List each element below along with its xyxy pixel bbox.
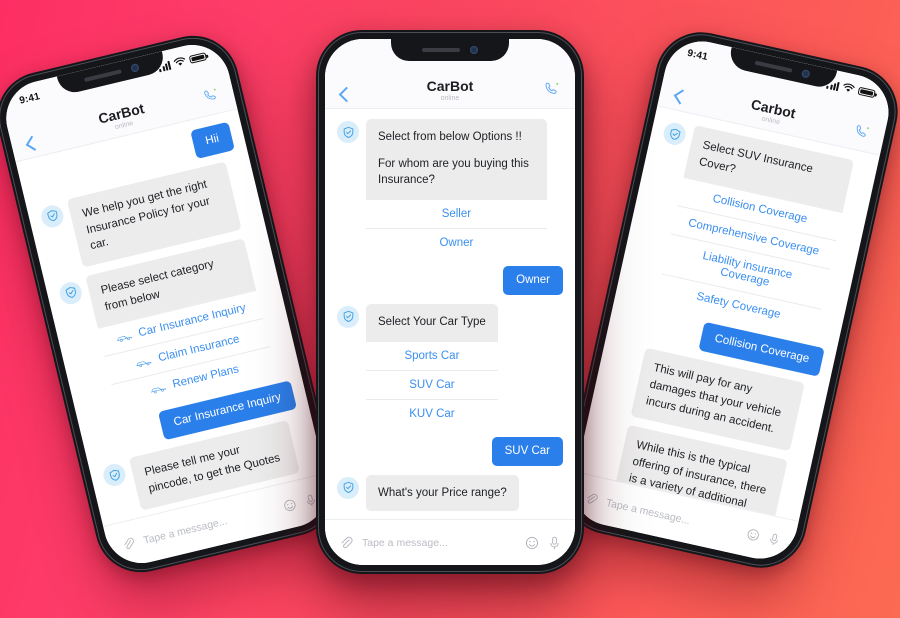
status-bar-time: 9:41 <box>686 47 710 63</box>
option-card: Select SUV Insurance Cover? Collision Co… <box>655 125 855 338</box>
bot-avatar <box>101 461 128 489</box>
message-bubble-incoming: What's your Price range? <box>366 474 519 512</box>
back-button[interactable] <box>25 135 41 151</box>
phone-mockup-center: CarBot online Select from below Options … <box>316 30 584 574</box>
option-kuv-car[interactable]: KUV Car <box>366 398 498 428</box>
option-label: KUV Car <box>409 407 455 420</box>
option-suv-car[interactable]: SUV Car <box>366 369 498 399</box>
shield-check-icon <box>65 287 76 299</box>
call-icon[interactable] <box>544 81 560 102</box>
option-card: Select Your Car Type Sports Car SUV Car … <box>366 303 498 428</box>
call-icon[interactable] <box>852 123 871 146</box>
message-input-bar[interactable]: Tape a message... <box>325 519 575 565</box>
option-card-prompt: Select from below Options !! For whom ar… <box>366 119 547 200</box>
front-camera-icon <box>800 69 811 79</box>
back-button[interactable] <box>673 89 689 105</box>
car-icon <box>150 387 166 394</box>
option-card-prompt-line: For whom are you buying this Insurance? <box>378 157 529 187</box>
emoji-icon[interactable] <box>282 498 298 514</box>
earpiece-speaker <box>83 69 122 83</box>
option-card-prompt-line: Select Your Car Type <box>378 315 486 328</box>
front-camera-icon <box>130 63 140 73</box>
message-bubble-outgoing: SUV Car <box>491 436 563 466</box>
chat-row-option-card: Select SUV Insurance Cover? Collision Co… <box>627 119 865 340</box>
option-owner[interactable]: Owner <box>366 228 547 258</box>
option-card-prompt-line: Select from below Options !! <box>378 131 522 143</box>
message-bubble-outgoing: Hii <box>189 121 235 160</box>
bot-avatar <box>337 121 359 143</box>
bot-avatar <box>39 203 66 230</box>
option-label: Seller <box>441 208 472 221</box>
battery-icon <box>857 86 876 99</box>
option-seller[interactable]: Seller <box>366 199 547 229</box>
car-icon <box>116 336 132 343</box>
attachment-icon[interactable] <box>339 536 353 550</box>
shield-check-icon <box>669 128 681 140</box>
bot-avatar <box>661 120 688 147</box>
attachment-icon[interactable] <box>583 491 599 507</box>
emoji-icon[interactable] <box>525 536 539 550</box>
message-bubble-outgoing: Owner <box>503 266 563 295</box>
bot-avatar <box>337 476 359 499</box>
front-camera-icon <box>470 46 478 54</box>
chat-status-subtitle: online <box>440 95 460 102</box>
back-button[interactable] <box>338 86 355 103</box>
option-sports-car[interactable]: Sports Car <box>366 340 498 370</box>
phone-notch <box>391 39 509 61</box>
chat-row-incoming: What's your Price range? <box>337 474 563 512</box>
message-input-placeholder[interactable]: Tape a message... <box>605 496 739 537</box>
message-input-placeholder[interactable]: Tape a message... <box>362 537 516 549</box>
shield-check-icon <box>343 481 353 494</box>
bot-avatar <box>57 279 85 307</box>
option-label: Owner <box>439 237 474 250</box>
microphone-icon[interactable] <box>548 536 561 550</box>
avatar-spacer <box>617 342 638 347</box>
chat-row-option-card: Select Your Car Type Sports Car SUV Car … <box>337 303 563 428</box>
phone-mockup-left: 9:41 CarBot online Hii We help you get t… <box>0 26 347 582</box>
microphone-icon[interactable] <box>767 532 782 547</box>
battery-icon <box>188 52 208 64</box>
shield-check-icon <box>343 311 353 323</box>
call-icon[interactable] <box>202 86 221 109</box>
bot-avatar <box>337 305 359 328</box>
avatar-spacer <box>600 419 621 424</box>
earpiece-speaker <box>422 48 460 52</box>
chat-message-list-center[interactable]: Select from below Options !! For whom ar… <box>325 109 575 519</box>
shield-check-icon <box>108 469 120 481</box>
option-label: SUV Car <box>409 378 455 391</box>
wifi-icon <box>843 83 855 92</box>
phone-mockup-right: 9:41 Carbot online Select SUV Insurance … <box>555 23 900 577</box>
status-bar-indicators <box>826 79 876 99</box>
phone-screen-center: CarBot online Select from below Options … <box>325 39 575 565</box>
option-label: Renew Plans <box>171 363 241 392</box>
emoji-icon[interactable] <box>745 527 761 543</box>
chat-title: CarBot <box>426 78 474 95</box>
option-card: Please select category from below Car In… <box>85 238 277 413</box>
shield-check-icon <box>46 210 58 222</box>
chat-row-outgoing: Owner <box>337 266 563 295</box>
car-icon <box>136 361 152 368</box>
chat-row-option-card: Select from below Options !! For whom ar… <box>337 119 563 258</box>
wifi-icon <box>173 57 186 66</box>
phone-screen-right: 9:41 Carbot online Select SUV Insurance … <box>566 34 896 566</box>
shield-check-icon <box>343 126 353 138</box>
status-bar-indicators <box>158 51 208 72</box>
phone-screen-left: 9:41 CarBot online Hii We help you get t… <box>0 37 336 571</box>
status-bar-time: 9:41 <box>18 90 42 107</box>
attachment-icon[interactable] <box>121 536 137 552</box>
option-card-prompt: Select Your Car Type <box>366 303 498 341</box>
poster-stage: 9:41 CarBot online Hii We help you get t… <box>0 0 900 618</box>
chat-row-outgoing: SUV Car <box>337 436 563 466</box>
earpiece-speaker <box>754 60 793 73</box>
option-card: Select from below Options !! For whom ar… <box>366 119 547 258</box>
option-label: Sports Car <box>404 349 460 362</box>
